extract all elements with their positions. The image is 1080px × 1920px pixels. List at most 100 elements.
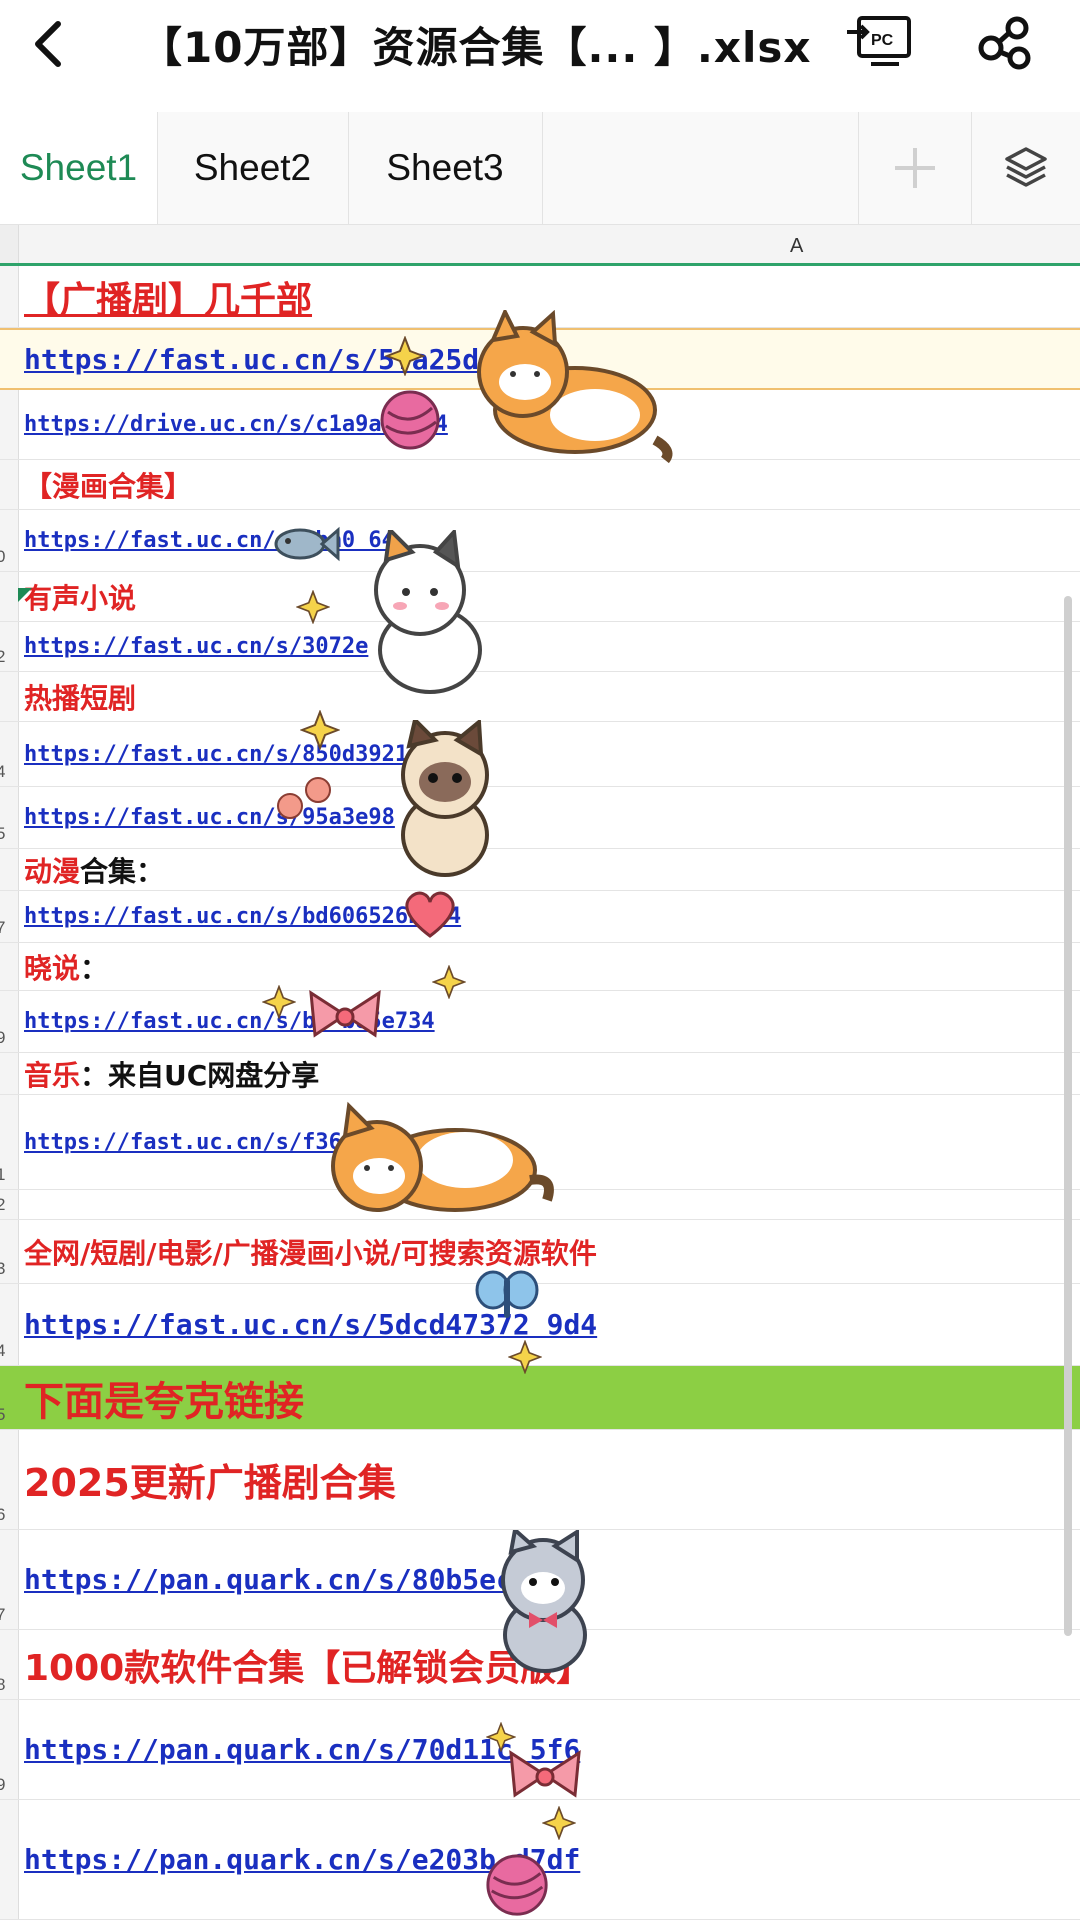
table-row[interactable]: 0 https://fast.uc.cn/s/ ba0 64 <box>0 510 1080 572</box>
section-heading: 【广播剧】几千部 <box>24 279 313 321</box>
sparkle-sticker <box>262 985 296 1019</box>
row-number[interactable]: 9 <box>0 1775 12 1795</box>
cell[interactable]: https://fast.uc.cn/s/3072e <box>24 622 1072 671</box>
cell-text: ： <box>80 951 109 985</box>
share-link[interactable]: https://fast.uc.cn/s/f36 <box>24 1130 342 1155</box>
cell[interactable]: 下面是夸克链接 <box>24 1366 1072 1429</box>
document-title: 【10万部】资源合集【... 】.xlsx <box>140 23 812 72</box>
share-link[interactable]: https://pan.quark.cn/s/80b5ec b3 <box>24 1563 563 1596</box>
section-heading: 热播短剧 <box>24 681 137 715</box>
cell[interactable]: https://fast.uc.cn/s/850d3921 <box>24 722 1072 786</box>
back-button[interactable] <box>22 14 82 74</box>
share-link[interactable]: https://fast.uc.cn/s/bd606526b d4 <box>24 904 461 929</box>
row-number[interactable]: 7 <box>0 918 12 938</box>
yarn-ball-sticker <box>486 1854 548 1916</box>
row-number[interactable]: 9 <box>0 1028 12 1048</box>
share-link[interactable]: https://fast.uc.cn/s/850d3921 <box>24 742 408 767</box>
table-row[interactable]: 2 https://fast.uc.cn/s/3072e <box>0 622 1080 672</box>
add-sheet-button[interactable] <box>858 112 972 224</box>
cell[interactable]: 晓说： <box>24 943 1072 990</box>
svg-text:PC: PC <box>871 32 894 49</box>
chevron-left-icon <box>35 21 61 67</box>
cell-text: 合集： <box>80 854 165 888</box>
table-row[interactable]: 9 https://fast.uc.cn/s/b2 b85e734 <box>0 991 1080 1053</box>
sheet-tab-bar: Sheet1 Sheet2 Sheet3 <box>0 112 1080 225</box>
table-row[interactable]: 热播短剧 <box>0 672 1080 722</box>
flower-sticker <box>277 777 331 819</box>
title-bar: 【10万部】资源合集【... 】.xlsx PC <box>0 0 1080 95</box>
sheet-list-button[interactable] <box>972 112 1080 224</box>
section-heading: 动漫 <box>24 854 81 888</box>
tab-sheet2[interactable]: Sheet2 <box>157 112 349 224</box>
plus-icon <box>895 148 935 188</box>
table-row[interactable]: 5 https://fast.uc.cn/s/95a3e98 <box>0 787 1080 849</box>
section-heading: 有声小说 <box>24 581 137 615</box>
fish-sticker <box>274 526 340 562</box>
cell[interactable]: https://fast.uc.cn/s/b2 b85e734 <box>24 991 1072 1052</box>
column-header-bar: A <box>0 225 1080 266</box>
section-heading: 【漫画合集】 <box>24 469 193 503</box>
section-heading: 全网/短剧/电影/广播漫画小说/可搜索资源软件 <box>24 1236 597 1270</box>
table-row[interactable]: 音乐 ：来自UC网盘分享 <box>0 1053 1080 1095</box>
pc-icon: PC <box>847 16 911 66</box>
table-row[interactable]: 动漫 合集： <box>0 849 1080 891</box>
sparkle-sticker <box>508 1340 542 1374</box>
sparkle-sticker <box>300 710 340 750</box>
cat-sticker <box>401 720 489 877</box>
select-all-corner[interactable] <box>0 225 19 263</box>
table-row[interactable]: 6 2025更新广播剧合集 <box>0 1430 1080 1530</box>
cat-sticker <box>331 1101 554 1212</box>
table-row[interactable]: 7 https://fast.uc.cn/s/bd606526b d4 <box>0 891 1080 943</box>
cell[interactable]: 热播短剧 <box>24 672 1072 721</box>
cell-text: ：来自UC网盘分享 <box>80 1058 320 1092</box>
cell[interactable]: 2025更新广播剧合集 <box>24 1430 1072 1529</box>
row-number[interactable]: 4 <box>0 1341 12 1361</box>
cell[interactable]: https://fast.uc.cn/s/ ba0 64 <box>24 510 1072 571</box>
section-heading: 2025更新广播剧合集 <box>24 1461 396 1505</box>
tab-sheet3[interactable]: Sheet3 <box>348 112 543 224</box>
row-number[interactable]: 4 <box>0 762 12 782</box>
table-row[interactable]: 晓说： <box>0 943 1080 991</box>
yarn-ball-sticker <box>380 390 440 450</box>
butterfly-sticker <box>475 1270 539 1318</box>
cat-sticker <box>374 530 482 694</box>
share-icon <box>978 16 1031 70</box>
cat-sticker <box>477 310 673 464</box>
cell[interactable]: https://fast.uc.cn/s/5dcd47372 9d4 <box>24 1284 1072 1365</box>
section-heading: 音乐 <box>24 1058 81 1092</box>
open-on-pc-button[interactable]: PC <box>845 12 915 72</box>
table-row[interactable]: 5 下面是夸克链接 <box>0 1366 1080 1430</box>
sparkle-sticker <box>432 965 466 999</box>
vertical-scrollbar[interactable] <box>1064 596 1072 1636</box>
row-number[interactable]: 8 <box>0 1675 12 1695</box>
layers-icon <box>1005 147 1047 187</box>
bow-sticker <box>309 990 381 1038</box>
sparkle-sticker <box>296 590 330 624</box>
row-number[interactable]: 1 <box>0 1165 12 1185</box>
table-row[interactable]: 4 https://fast.uc.cn/s/850d3921 <box>0 722 1080 787</box>
sparkle-sticker <box>385 336 425 376</box>
column-header-a[interactable]: A <box>790 235 803 258</box>
cat-sticker <box>501 1530 587 1673</box>
table-row[interactable]: 有声小说 <box>0 572 1080 622</box>
section-heading: 晓说 <box>24 951 81 985</box>
cell[interactable]: https://fast.uc.cn/s/bd606526b d4 <box>24 891 1072 942</box>
tab-sheet1[interactable]: Sheet1 <box>0 112 158 224</box>
cell[interactable]: https://fast.uc.cn/s/95a3e98 <box>24 787 1072 848</box>
row-number[interactable]: 6 <box>0 1505 12 1525</box>
section-heading: 下面是夸克链接 <box>24 1378 304 1425</box>
row-number[interactable]: 5 <box>0 824 12 844</box>
row-number[interactable]: 7 <box>0 1605 12 1625</box>
row-number[interactable]: 2 <box>0 1195 12 1215</box>
cell[interactable]: 有声小说 <box>24 572 1072 621</box>
row-number[interactable]: 2 <box>0 647 12 667</box>
row-number[interactable]: 3 <box>0 1259 12 1279</box>
cell[interactable]: 动漫 合集： <box>24 849 1072 890</box>
sparkle-sticker <box>542 1806 576 1840</box>
row-number[interactable]: 5 <box>0 1405 12 1425</box>
cell[interactable]: 音乐 ：来自UC网盘分享 <box>24 1053 1072 1094</box>
share-link[interactable]: https://fast.uc.cn/s/3072e <box>24 634 368 659</box>
row-number[interactable]: 0 <box>0 547 12 567</box>
share-button[interactable] <box>975 12 1037 74</box>
heart-sticker <box>405 891 455 938</box>
